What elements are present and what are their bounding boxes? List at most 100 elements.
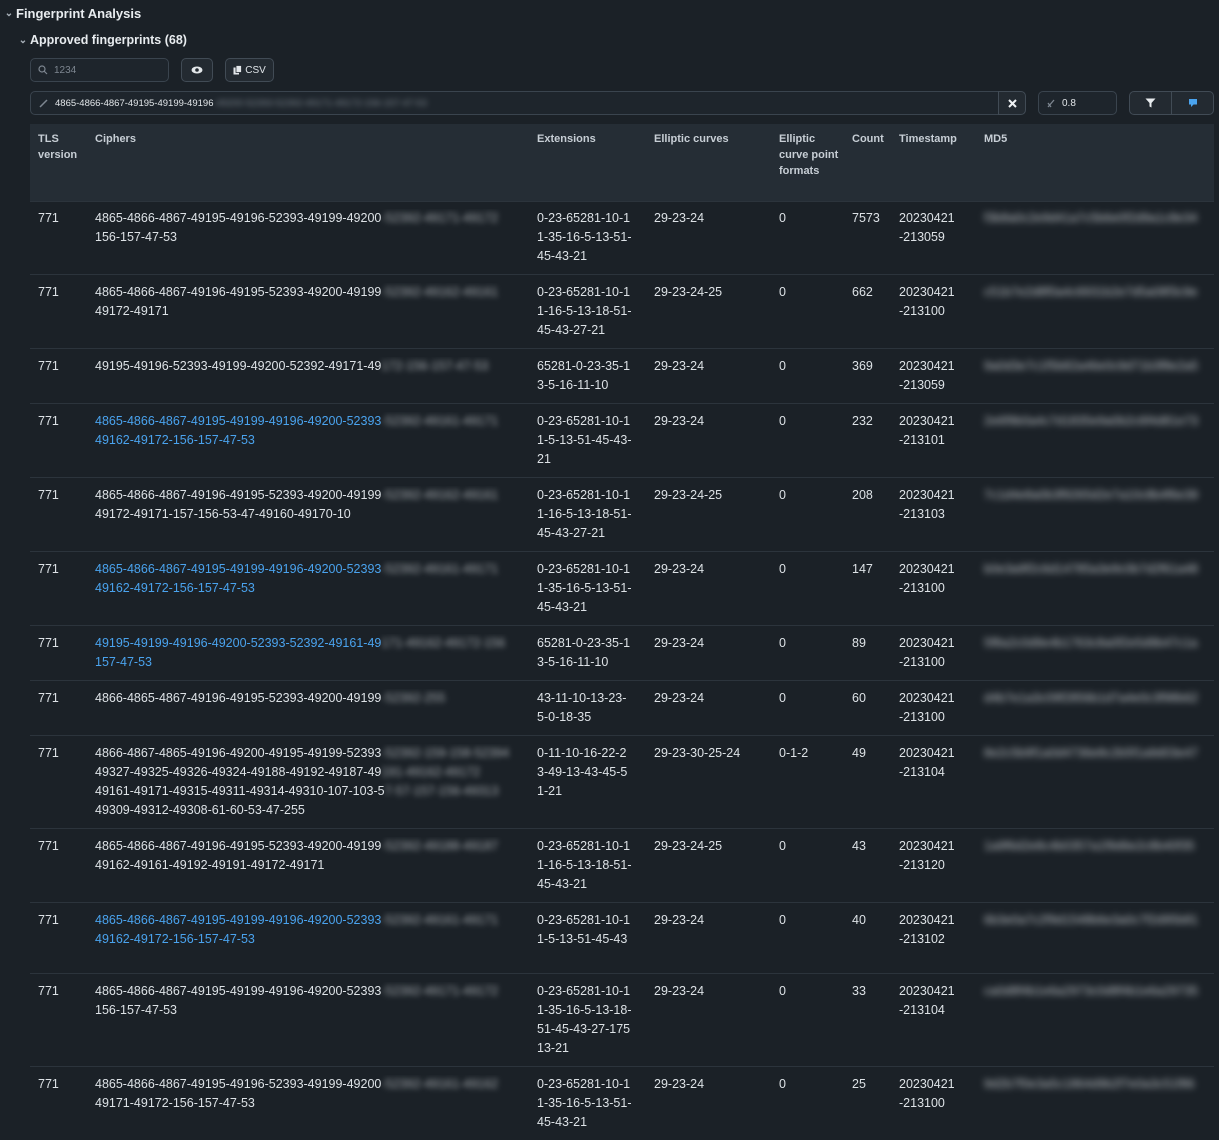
extensions-cell: 65281-0-23-35-13-5-16-11-10 [529,626,646,681]
cipher-link[interactable]: 49162-49172-156-157-47-53 [95,932,255,946]
cipher-text: 156-157-47-53 [95,1003,177,1017]
ciphers-cell: 4865-4866-4867-49196-49195-52393-49200-4… [87,478,529,552]
table-row[interactable]: 7714865-4866-4867-49196-49195-52393-4920… [30,478,1214,552]
column-header[interactable]: Timestamp [891,124,976,202]
timestamp-cell: 20230421-213104 [891,736,976,829]
column-header[interactable]: TLS version [30,124,87,202]
search-input[interactable]: 1234 [30,58,169,82]
eye-icon [191,66,203,74]
cipher-link[interactable]: 49195-49199-49196-49200-52393-52392-4916… [95,636,381,650]
extensions-cell: 0-11-10-16-22-23-49-13-43-45-51-21 [529,736,646,829]
md5-cell: 7c1d4e8a0b3f9265d2e7a10c8b4f6e39 [976,478,1214,552]
fingerprint-analysis-header[interactable]: ⌄ Fingerprint Analysis [2,6,141,21]
cipher-link[interactable]: 4865-4866-4867-49195-49199-49196-49200-5… [95,414,381,428]
cipher-text: 4865-4866-4867-49196-49195-52393-49200-4… [95,839,381,853]
ciphers-cell: 4866-4865-4867-49196-49195-52393-49200-4… [87,681,529,736]
md5-cell: c51b7e2d8f0a4c6931b2e7d5a08f3c9e [976,275,1214,349]
cipher-redacted: -52392-49162-49161 [381,285,498,299]
table-row[interactable]: 7714865-4866-4867-49195-49199-49196-4920… [30,404,1214,478]
table-row[interactable]: 7714865-4866-4867-49196-49195-52393-4920… [30,829,1214,903]
elliptic-curves-cell: 29-23-24 [646,974,771,1067]
md5-cell: 6b3e0a7c2f9d1548b6e3a0c7f2d95b81 [976,903,1214,974]
column-header[interactable]: Elliptic curves [646,124,771,202]
threshold-icon [1047,99,1056,108]
md5-cell: b0e3a9f2c6d14785a3e9c0b7d2f61a48 [976,552,1214,626]
cipher-filter-input[interactable]: 4865-4866-4867-49195-49199-49196 -49200-… [30,91,999,115]
md5-redacted: d4b7e1a3c09f2856b1d7a4e0c3f98b62 [984,689,1214,708]
table-row[interactable]: 771 49195-49199-49196-49200-52393-52392-4… [30,626,1214,681]
point-formats-cell: 0 [771,974,844,1067]
md5-cell: d4b7e1a3c09f2856b1d7a4e0c3f98b62 [976,681,1214,736]
table-row[interactable]: 771 4866-4867-4865-49196-49200-49195-4919… [30,736,1214,829]
md5-redacted: ca0d8f4b1e6a2973c0d8f4b1e6a29735 [984,982,1214,1001]
md5-cell: 8e2c5b9f1a0d4736e8c2b5f1a9d03e47 [976,736,1214,829]
table-row[interactable]: 7714865-4866-4867-49195-49196-52393-4919… [30,1067,1214,1140]
table-row[interactable]: 77149195-49196-52393-49199-49200-52392-4… [30,349,1214,404]
ciphers-cell: 49195-49196-52393-49199-49200-52392-4917… [87,349,529,404]
cipher-text: 4865-4866-4867-49195-49196-52393-49199-4… [95,1077,381,1091]
tls-version-cell: 771 [30,626,87,681]
md5-redacted: c51b7e2d8f0a4c6931b2e7d5a08f3c9e [984,283,1214,302]
count-cell: 662 [844,275,891,349]
export-csv-button[interactable]: CSV [225,58,274,82]
column-header[interactable]: Extensions [529,124,646,202]
table-row[interactable]: 7714865-4866-4867-49195-49199-49196-4920… [30,974,1214,1067]
approved-fingerprints-header[interactable]: ⌄ Approved fingerprints (68) [16,33,187,47]
tls-version-cell: 771 [30,736,87,829]
toggle-visibility-button[interactable] [181,58,213,82]
point-formats-cell: 0 [771,552,844,626]
count-cell: 40 [844,903,891,974]
column-header[interactable]: Count [844,124,891,202]
point-formats-cell: 0 [771,349,844,404]
timestamp-cell: 20230421-213100 [891,275,976,349]
elliptic-curves-cell: 29-23-24 [646,626,771,681]
ciphers-cell[interactable]: 4865-4866-4867-49195-49199-49196-49200-5… [87,552,529,626]
elliptic-curves-cell: 29-23-24 [646,681,771,736]
tls-version-cell: 771 [30,478,87,552]
point-formats-cell: 0 [771,829,844,903]
chevron-down-icon: ⌄ [2,8,16,19]
elliptic-curves-cell: 29-23-24-25 [646,478,771,552]
cipher-link[interactable]: 49162-49172-156-157-47-53 [95,433,255,447]
table-row[interactable]: 7714865-4866-4867-49195-49196-52393-4919… [30,202,1214,275]
cipher-link[interactable]: 4865-4866-4867-49195-49199-49196-49200-5… [95,913,381,927]
cipher-link[interactable]: 4865-4866-4867-49195-49199-49196-49200-5… [95,562,381,576]
search-icon [38,65,48,75]
column-header[interactable]: Elliptic curve point formats [771,124,844,202]
cipher-text: 4866-4867-4865-49196-49200-49195-49199-5… [95,746,381,760]
timestamp-cell: 20230421-213102 [891,903,976,974]
clear-filter-button[interactable] [998,91,1026,115]
table-row[interactable]: 7714865-4866-4867-49196-49195-52393-4920… [30,275,1214,349]
table-row[interactable]: 7714866-4865-4867-49196-49195-52393-4920… [30,681,1214,736]
count-cell: 369 [844,349,891,404]
filter-button[interactable] [1129,91,1172,115]
column-header[interactable]: MD5 [976,124,1214,202]
point-formats-cell: 0 [771,681,844,736]
cipher-text: 49161-49171-49315-49311-49314-49310-107-… [95,784,385,798]
point-formats-cell: 0 [771,478,844,552]
filter-value: 4865-4866-4867-49195-49199-49196 [55,98,213,109]
cipher-text: 49327-49325-49326-49324-49188-49192-4918… [95,765,381,779]
extensions-cell: 65281-0-23-35-13-5-16-11-10 [529,349,646,404]
tls-version-cell: 771 [30,275,87,349]
threshold-input[interactable]: 0.8 [1038,91,1117,115]
cipher-link[interactable]: 157-47-53 [95,655,152,669]
table-row[interactable]: 7714865-4866-4867-49195-49199-49196-4920… [30,552,1214,626]
cipher-link[interactable]: 49162-49172-156-157-47-53 [95,581,255,595]
cipher-text: 4866-4865-4867-49196-49195-52393-49200-4… [95,691,381,705]
edit-icon [39,99,48,108]
ciphers-cell: 4865-4866-4867-49196-49195-52393-49200-4… [87,829,529,903]
md5-redacted: 1a9f6d2e8c4b0357a1f9d6e2c8b40f35 [984,837,1214,856]
comment-button[interactable] [1171,91,1214,115]
column-header[interactable]: Ciphers [87,124,529,202]
ciphers-cell[interactable]: 4865-4866-4867-49195-49199-49196-49200-5… [87,404,529,478]
table-row[interactable]: 7714865-4866-4867-49195-49199-49196-4920… [30,903,1214,974]
ciphers-cell[interactable]: 4865-4866-4867-49195-49199-49196-49200-5… [87,903,529,974]
extensions-cell: 0-23-65281-10-11-5-13-51-45-43-21 [529,404,646,478]
md5-redacted: 8e2c5b9f1a0d4736e8c2b5f1a9d03e47 [984,744,1214,763]
md5-cell: ca0d8f4b1e6a2973c0d8f4b1e6a29735 [976,974,1214,1067]
cipher-text: 49172-49171-157-156-53-47-49160-49170-10 [95,507,351,521]
csv-label: CSV [245,65,266,76]
ciphers-cell[interactable]: 49195-49199-49196-49200-52393-52392-4916… [87,626,529,681]
cipher-redacted: -52392-49171-49172 [381,984,498,998]
